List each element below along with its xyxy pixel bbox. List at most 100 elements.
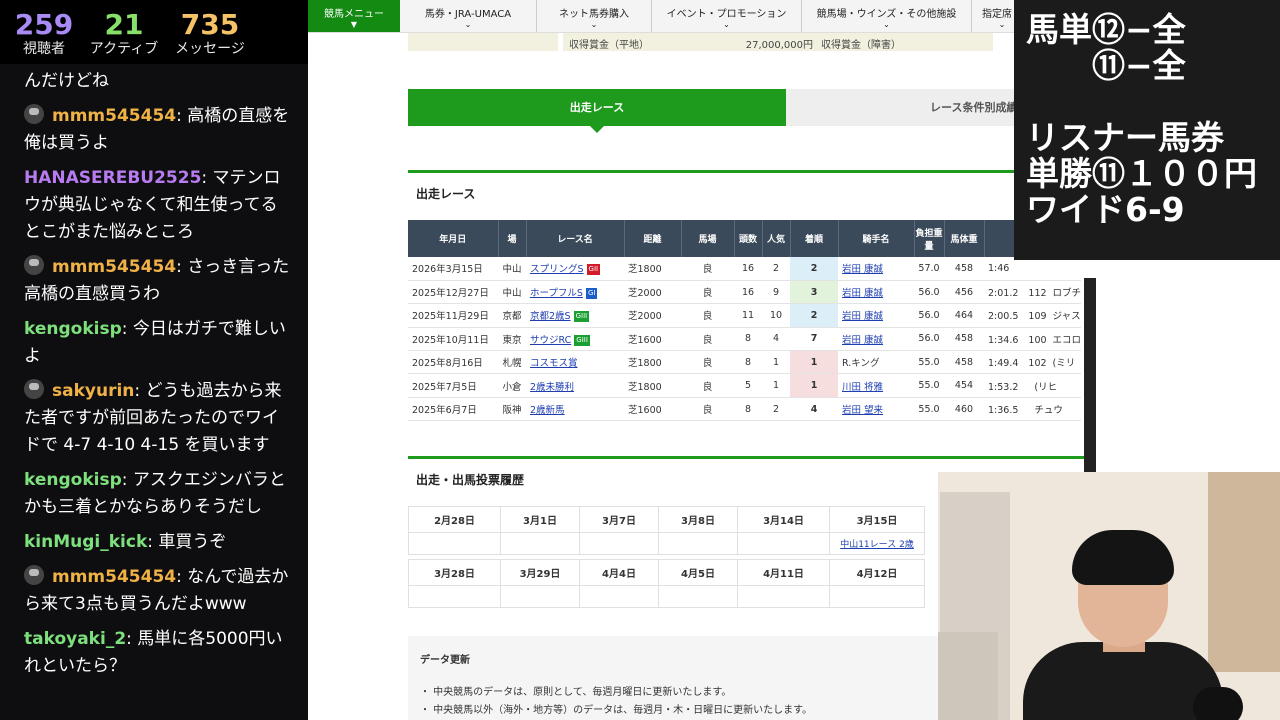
chat-separator: : <box>201 168 213 188</box>
race-time-cell: 1:53.2 (リヒ <box>984 373 1082 398</box>
column-header: 馬場 <box>681 220 735 257</box>
jockey-link[interactable]: 岩田 康誠 <box>842 335 883 346</box>
jockey-link[interactable]: 岩田 康誠 <box>842 264 883 275</box>
entry-value <box>737 585 830 608</box>
overlay-divider <box>1084 278 1096 472</box>
carried-weight: 55.0 <box>914 350 944 375</box>
race-name-link[interactable]: 2歳未勝利 <box>530 382 574 393</box>
entry-date: 3月29日 <box>500 559 580 586</box>
entry-value <box>829 585 925 608</box>
jockey-cell: 岩田 康誠 <box>838 303 914 328</box>
jockey-link[interactable]: 岩田 康誠 <box>842 288 883 299</box>
chat-username[interactable]: kengokisp <box>24 319 122 339</box>
race-distance: 芝2000 <box>624 280 681 305</box>
finish-position: 2 <box>790 257 838 281</box>
body-weight: 460 <box>944 397 984 422</box>
entry-date: 2月28日 <box>408 506 501 533</box>
chat-separator: : <box>147 532 159 552</box>
chat-message: kengokisp: 今日はガチで難しいよ <box>24 316 292 370</box>
chat-username[interactable]: mmm545454 <box>52 106 176 126</box>
race-time-cell: 1:34.6 100 エコロ <box>984 327 1082 352</box>
race-winner: ロブチ <box>1052 288 1082 300</box>
race-winner: (リヒ <box>1034 381 1058 393</box>
chat-message: んだけどね <box>24 68 292 95</box>
chat-message: sakyurin: どうも過去から来た者ですが前回あたったのでワイドで 4-7 … <box>24 378 292 459</box>
nav-baken[interactable]: 馬券・JRA-UMACA ⌄ <box>400 0 537 32</box>
webcam-feed <box>938 472 1280 720</box>
entry-date-row: 3月28日 3月29日 4月4日 4月5日 4月11日 4月12日 <box>408 559 925 586</box>
race-time-cell: 1:49.4 102 (ミリ <box>984 350 1082 375</box>
tab-race-entries[interactable]: 出走レース <box>408 89 786 133</box>
jockey-link[interactable]: 岩田 康誠 <box>842 311 883 322</box>
chat-message-list: んだけどね mmm545454: 高橋の直感を俺は買うよ HANASEREBU252… <box>0 64 308 680</box>
chat-username[interactable]: kinMugi_kick <box>24 532 147 552</box>
track-condition: 良 <box>681 303 734 328</box>
finish-position: 3 <box>790 280 838 305</box>
carried-weight: 57.0 <box>914 257 944 281</box>
jockey-link[interactable]: 岩田 望来 <box>842 405 883 416</box>
race-winner: ジャス <box>1052 311 1081 323</box>
avatar-icon <box>24 565 44 585</box>
chat-username[interactable]: HANASEREBU2525 <box>24 168 201 188</box>
race-name-link[interactable]: 2歳新馬 <box>530 405 565 416</box>
jockey-cell: 川田 将雅 <box>838 373 914 398</box>
prize-cell-blank <box>408 33 558 51</box>
race-extra: 100 <box>1028 334 1047 346</box>
column-header: 人気 <box>762 220 791 257</box>
carried-weight: 56.0 <box>914 280 944 305</box>
entry-value-row: 中山11レース 2歳 <box>408 532 925 555</box>
entry-value: 中山11レース 2歳 <box>829 532 925 555</box>
finish-position: 1 <box>790 350 838 375</box>
stream-stats: 259 視聴者 21 アクティブ 735 メッセージ <box>0 0 308 64</box>
chat-username[interactable]: sakyurin <box>52 381 134 401</box>
jockey-link[interactable]: 川田 将雅 <box>842 382 883 393</box>
race-name-cell: 2歳新馬 <box>526 397 624 422</box>
jockey-cell: 岩田 康誠 <box>838 257 914 281</box>
race-name-link[interactable]: 京都2歳S <box>530 311 571 322</box>
chat-username[interactable]: kengokisp <box>24 470 122 490</box>
race-venue: 東京 <box>498 327 526 352</box>
popularity: 1 <box>762 373 790 398</box>
race-time: 2:01.2 <box>988 288 1019 300</box>
race-venue: 小倉 <box>498 373 526 398</box>
race-name-link[interactable]: コスモス賞 <box>530 358 578 369</box>
entry-date: 3月8日 <box>658 506 738 533</box>
table-row: 2025年12月27日 中山 ホープフルS GI 芝2000 良 16 9 3 岩田 康誠 56.0… <box>408 280 1082 305</box>
race-name-link[interactable]: ホープフルS <box>530 288 583 299</box>
overlay-line: ⑪−全 <box>1026 46 1186 85</box>
entry-value <box>408 585 501 608</box>
entry-race-link[interactable]: 中山11レース 2歳 <box>840 540 914 550</box>
chat-separator: : <box>121 470 133 490</box>
update-line: ・ 中央競馬のデータは、原則として、毎週月曜日に更新いたします。 <box>420 687 732 698</box>
nav-net-baken[interactable]: ネット馬券購入 ⌄ <box>537 0 652 32</box>
race-section-heading: 出走レース <box>416 187 476 201</box>
nav-facilities[interactable]: 競馬場・ウインズ・その他施設 ⌄ <box>802 0 972 32</box>
chat-username[interactable]: takoyaki_2 <box>24 629 126 649</box>
carried-weight: 56.0 <box>914 303 944 328</box>
webcam-person-hair <box>1072 530 1174 585</box>
field-size: 8 <box>734 397 762 422</box>
nav-event[interactable]: イベント・プロモーション ⌄ <box>652 0 802 32</box>
column-header: 着順 <box>790 220 839 257</box>
race-name-cell: コスモス賞 <box>526 350 624 375</box>
race-distance: 芝2000 <box>624 303 681 328</box>
chat-message: mmm545454: 高橋の直感を俺は買うよ <box>24 103 292 157</box>
viewer-stat: 259 視聴者 <box>0 0 88 64</box>
race-name-link[interactable]: スプリングS <box>530 264 584 275</box>
message-count: 735 <box>180 8 240 41</box>
carried-weight: 56.0 <box>914 327 944 352</box>
body-weight: 454 <box>944 373 984 398</box>
prize-flat-value: 27,000,000円 <box>745 40 813 51</box>
chat-separator: : <box>126 629 138 649</box>
race-name-link[interactable]: サウジRC <box>530 335 571 346</box>
nav-keiba-menu[interactable]: 競馬メニュー ▼ <box>308 0 400 32</box>
race-date: 2025年8月16日 <box>408 350 498 375</box>
race-time-cell: 1:36.5 チュウ <box>984 397 1082 422</box>
entry-value <box>658 585 738 608</box>
chat-username[interactable]: mmm545454 <box>52 567 176 587</box>
chat-username[interactable]: mmm545454 <box>52 257 176 277</box>
chat-message: mmm545454: さっき言った高橋の直感買うわ <box>24 254 292 308</box>
entry-value <box>500 585 580 608</box>
race-venue: 中山 <box>498 257 526 281</box>
popularity: 9 <box>762 280 790 305</box>
